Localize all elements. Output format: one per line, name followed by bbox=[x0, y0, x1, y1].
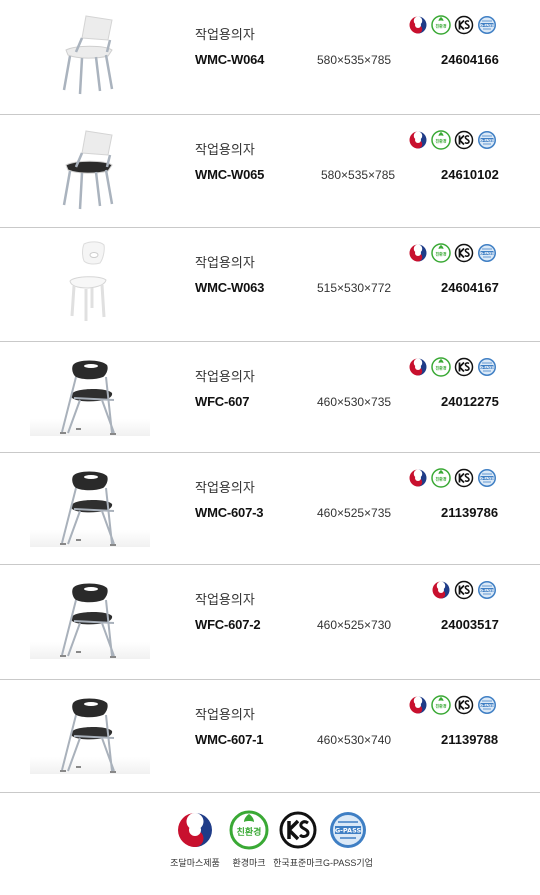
svg-text:친환경: 친환경 bbox=[435, 476, 446, 482]
model-number: WMC-W065 bbox=[195, 167, 265, 182]
chair-image bbox=[30, 461, 150, 547]
product-row: 작업용의자 WMC-607-1 460×530×740 21139788 친환경 G-… bbox=[0, 680, 540, 793]
eco-label-icon: 친환경 bbox=[431, 357, 451, 377]
certification-marks: 친환경 G-PASS bbox=[408, 468, 497, 488]
eco-label-icon: 친환경 bbox=[431, 243, 451, 263]
gpass-icon: G-PASS bbox=[477, 357, 497, 377]
gpass-icon: G-PASS bbox=[477, 15, 497, 35]
ks-icon bbox=[454, 468, 474, 488]
svg-text:친환경: 친환경 bbox=[435, 365, 446, 371]
product-code: 24604166 bbox=[441, 52, 499, 67]
legend-label: G-PASS기업 bbox=[323, 858, 373, 868]
svg-text:친환경: 친환경 bbox=[435, 23, 446, 29]
product-category: 작업용의자 bbox=[195, 480, 255, 495]
model-number: WFC-607-2 bbox=[195, 617, 261, 632]
taegeuk-icon bbox=[408, 130, 428, 150]
certification-marks: 친환경 G-PASS bbox=[408, 695, 497, 715]
eco-label-icon: 친환경 bbox=[431, 468, 451, 488]
product-code: 24012275 bbox=[441, 394, 499, 409]
svg-text:G-PASS: G-PASS bbox=[480, 138, 494, 142]
taegeuk-icon bbox=[408, 695, 428, 715]
svg-text:친환경: 친환경 bbox=[435, 138, 446, 144]
dimensions: 460×530×740 bbox=[317, 733, 392, 747]
certification-marks: G-PASS bbox=[431, 580, 497, 600]
gpass-icon: G-PASS bbox=[477, 580, 497, 600]
svg-text:친환경: 친환경 bbox=[435, 703, 446, 709]
dimensions: 515×530×772 bbox=[317, 281, 392, 295]
taegeuk-icon bbox=[408, 357, 428, 377]
product-row: 작업용의자 WMC-W063 515×530×772 24604167 친환경 G-P… bbox=[0, 228, 540, 342]
ks-icon bbox=[454, 357, 474, 377]
product-category: 작업용의자 bbox=[195, 592, 255, 607]
chair-image bbox=[30, 688, 150, 774]
certification-marks: 친환경 G-PASS bbox=[408, 130, 497, 150]
product-code: 21139788 bbox=[441, 732, 499, 747]
dimensions: 460×530×735 bbox=[317, 395, 392, 409]
taegeuk-icon bbox=[408, 243, 428, 263]
certification-marks: 친환경 G-PASS bbox=[408, 357, 497, 377]
eco-label-icon: 친환경 bbox=[431, 15, 451, 35]
gpass-icon: G-PASS bbox=[477, 695, 497, 715]
svg-text:G-PASS: G-PASS bbox=[335, 827, 362, 835]
product-code: 24003517 bbox=[441, 617, 499, 632]
svg-text:G-PASS: G-PASS bbox=[480, 23, 494, 27]
model-number: WMC-607-3 bbox=[195, 505, 264, 520]
svg-text:G-PASS: G-PASS bbox=[480, 365, 494, 369]
chair-image bbox=[30, 350, 150, 436]
certification-marks: 친환경 G-PASS bbox=[408, 243, 497, 263]
gpass-icon: G-PASS bbox=[313, 810, 383, 850]
model-number: WMC-607-1 bbox=[195, 732, 264, 747]
dimensions: 580×535×785 bbox=[317, 53, 392, 67]
certification-legend: 조달마스제품 친환경 환경마크 한국표준마크 G-PASS G-PASS기업 bbox=[0, 800, 540, 895]
certification-marks: 친환경 G-PASS bbox=[408, 15, 497, 35]
svg-text:G-PASS: G-PASS bbox=[480, 476, 494, 480]
ks-icon bbox=[454, 695, 474, 715]
gpass-icon: G-PASS bbox=[477, 243, 497, 263]
svg-text:친환경: 친환경 bbox=[435, 251, 446, 257]
model-number: WMC-W063 bbox=[195, 280, 265, 295]
model-number: WMC-W064 bbox=[195, 52, 265, 67]
product-row: 작업용의자 WFC-607 460×530×735 24012275 친환경 G-PA… bbox=[0, 342, 540, 453]
product-row: 작업용의자 WMC-W064 580×535×785 24604166 친환경 G-P… bbox=[0, 0, 540, 115]
eco-label-icon: 친환경 bbox=[431, 695, 451, 715]
taegeuk-icon bbox=[408, 468, 428, 488]
product-row: 작업용의자 WMC-W065 580×535×785 24610102 친환경 G-P… bbox=[0, 115, 540, 228]
gpass-icon: G-PASS bbox=[477, 468, 497, 488]
ks-icon bbox=[454, 580, 474, 600]
product-row: 작업용의자 WMC-607-3 460×525×735 21139786 친환경 G-… bbox=[0, 453, 540, 565]
chair-image bbox=[30, 123, 150, 210]
product-category: 작업용의자 bbox=[195, 255, 255, 270]
svg-text:G-PASS: G-PASS bbox=[480, 703, 494, 707]
product-category: 작업용의자 bbox=[195, 707, 255, 722]
svg-text:친환경: 친환경 bbox=[237, 826, 262, 838]
taegeuk-icon bbox=[431, 580, 451, 600]
product-category: 작업용의자 bbox=[195, 27, 255, 42]
chair-image bbox=[30, 236, 150, 322]
svg-text:G-PASS: G-PASS bbox=[480, 588, 494, 592]
svg-text:G-PASS: G-PASS bbox=[480, 251, 494, 255]
product-code: 24610102 bbox=[441, 167, 499, 182]
product-code: 24604167 bbox=[441, 280, 499, 295]
legend-item: G-PASS G-PASS기업 bbox=[313, 810, 383, 869]
model-number: WFC-607 bbox=[195, 394, 250, 409]
ks-icon bbox=[454, 15, 474, 35]
dimensions: 460×525×735 bbox=[317, 506, 392, 520]
eco-label-icon: 친환경 bbox=[431, 130, 451, 150]
ks-icon bbox=[454, 243, 474, 263]
ks-icon bbox=[454, 130, 474, 150]
product-category: 작업용의자 bbox=[195, 142, 255, 157]
product-code: 21139786 bbox=[441, 505, 499, 520]
chair-image bbox=[30, 573, 150, 659]
product-category: 작업용의자 bbox=[195, 369, 255, 384]
taegeuk-icon bbox=[408, 15, 428, 35]
chair-image bbox=[30, 8, 150, 95]
dimensions: 460×525×730 bbox=[317, 618, 392, 632]
dimensions: 580×535×785 bbox=[321, 168, 396, 182]
product-row: 작업용의자 WFC-607-2 460×525×730 24003517 G-PASS bbox=[0, 565, 540, 680]
gpass-icon: G-PASS bbox=[477, 130, 497, 150]
